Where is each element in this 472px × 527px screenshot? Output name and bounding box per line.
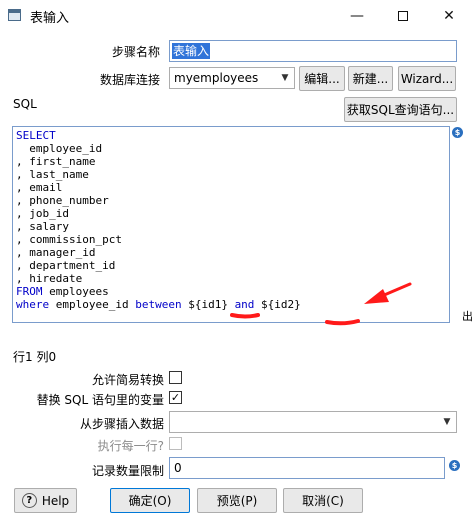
execute-each-row-label: 执行每一行? [97,439,164,453]
underline-id2-annotation [325,319,360,326]
help-button[interactable]: ? Help [14,488,77,513]
preview-button[interactable]: 预览(P) [197,488,277,513]
limit-value: 0 [174,461,182,475]
lazy-conversion-label: 允许简易转换 [91,373,164,387]
help-button-label: Help [41,493,70,508]
checkmark-icon: ✓ [170,391,181,404]
chevron-down-icon: ▼ [443,417,451,427]
insert-from-step-label: 从步骤插入数据 [79,417,164,431]
underline-id1-annotation [230,313,260,319]
replace-vars-checkbox[interactable]: ✓ [169,391,182,404]
cancel-button[interactable]: 取消(C) [283,488,363,513]
variable-icon: $ [449,460,460,471]
arrow-annotation-head [364,289,389,304]
lazy-conversion-checkbox[interactable] [169,371,182,384]
insert-from-step-select[interactable]: ▼ [169,411,457,433]
replace-vars-label: 替换 SQL 语句里的变量 [36,393,164,407]
execute-each-row-checkbox[interactable] [169,437,182,450]
limit-input[interactable]: 0 [169,457,445,479]
ok-button[interactable]: 确定(O) [110,488,190,513]
limit-label: 记录数量限制 [91,464,164,478]
cursor-position-status: 行1 列0 [13,350,57,364]
help-icon: ? [21,493,37,508]
